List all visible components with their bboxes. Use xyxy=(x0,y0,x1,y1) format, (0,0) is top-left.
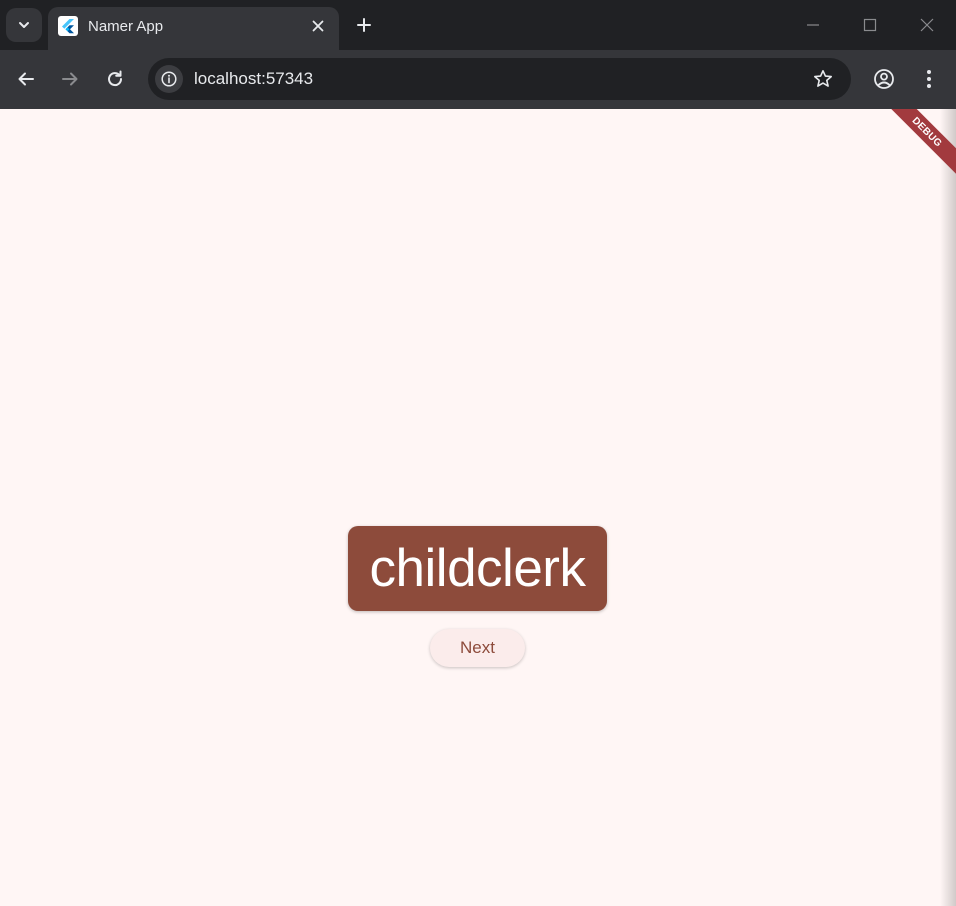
arrow-right-icon xyxy=(62,72,78,86)
url-text[interactable]: localhost:57343 xyxy=(194,69,313,89)
close-tab-button[interactable] xyxy=(307,15,329,37)
new-tab-button[interactable] xyxy=(350,11,378,39)
close-window-button[interactable] xyxy=(912,10,942,40)
maximize-button[interactable] xyxy=(855,10,885,40)
tab-title: Namer App xyxy=(88,18,164,35)
maximize-icon xyxy=(863,18,877,32)
close-icon xyxy=(312,20,324,32)
bookmark-button[interactable] xyxy=(811,67,835,91)
site-info-button[interactable] xyxy=(155,65,183,93)
plus-icon xyxy=(357,18,371,32)
profile-button[interactable] xyxy=(870,65,898,93)
reload-button[interactable] xyxy=(100,64,130,94)
tab-search-button[interactable] xyxy=(6,8,42,42)
active-tab[interactable]: Namer App xyxy=(48,7,339,50)
app-viewport: childclerk Next DEBUG xyxy=(0,109,956,906)
forward-button[interactable] xyxy=(55,64,85,94)
word-pair-card: childclerk xyxy=(348,526,607,611)
browser-toolbar: localhost:57343 xyxy=(0,50,956,109)
next-button[interactable]: Next xyxy=(430,629,525,667)
word-pair-text: childclerk xyxy=(369,539,586,598)
account-circle-icon xyxy=(874,69,894,89)
star-icon xyxy=(814,70,832,87)
minimize-icon xyxy=(807,24,819,26)
flutter-logo-icon xyxy=(58,16,78,36)
minimize-button[interactable] xyxy=(798,10,828,40)
info-icon xyxy=(161,71,177,87)
reload-icon xyxy=(108,70,123,87)
kebab-menu-icon xyxy=(927,70,931,88)
scroll-shadow xyxy=(940,109,956,906)
chevron-down-icon xyxy=(19,22,29,28)
back-button[interactable] xyxy=(11,64,41,94)
browser-title-bar: Namer App xyxy=(0,0,956,50)
address-bar[interactable]: localhost:57343 xyxy=(148,58,851,100)
close-window-icon xyxy=(920,18,934,32)
browser-menu-button[interactable] xyxy=(915,65,943,93)
arrow-left-icon xyxy=(18,72,34,86)
